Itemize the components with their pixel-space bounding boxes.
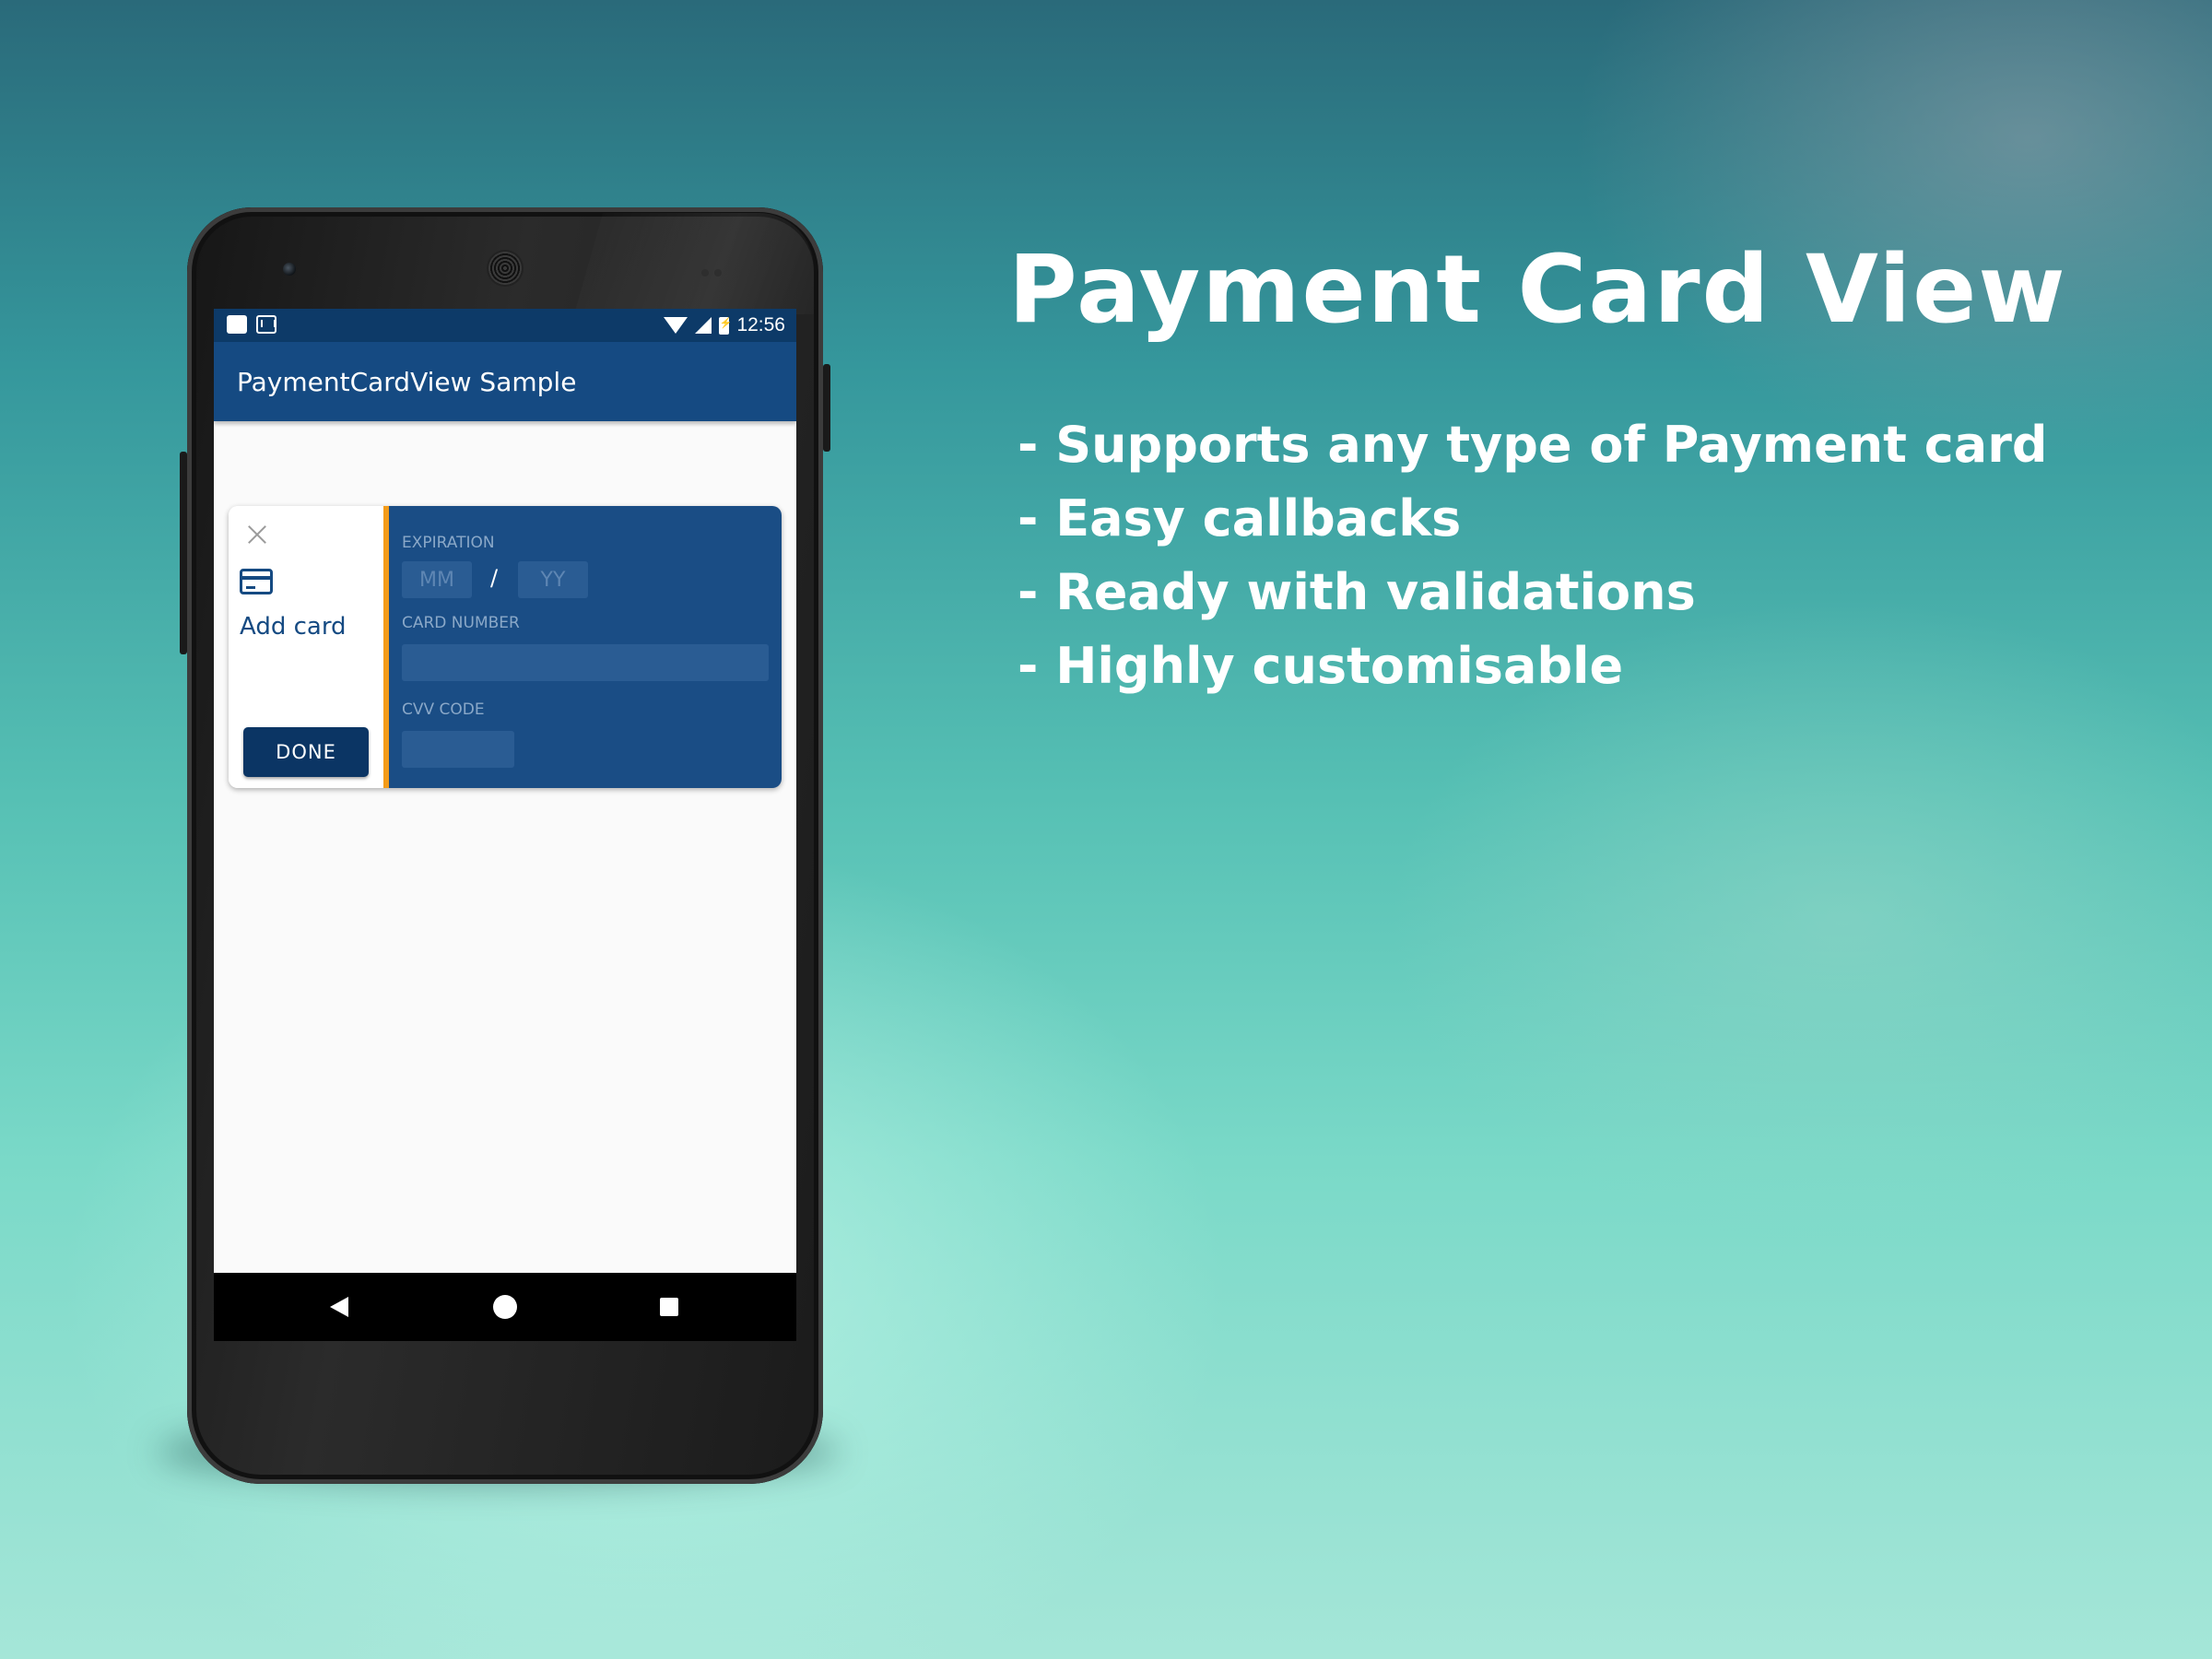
feature-item: - Easy callbacks [1018, 489, 1462, 547]
sensors [701, 263, 729, 276]
signal-icon [695, 317, 712, 334]
cvv-label: CVV CODE [402, 700, 485, 719]
credit-card-icon [240, 569, 273, 594]
close-icon[interactable] [245, 523, 269, 547]
done-button[interactable]: DONE [243, 727, 369, 777]
status-bar: 12:56 [214, 309, 796, 342]
speaker-grille [488, 252, 522, 285]
feature-item: - Supports any type of Payment card [1018, 416, 2048, 474]
cvv-input[interactable] [402, 731, 514, 768]
notification-icon [227, 315, 247, 334]
phone-screen: 12:56 PaymentCardView Sample Add card DO… [214, 309, 796, 1341]
card-number-input[interactable] [402, 644, 769, 681]
expiry-month-input[interactable] [402, 561, 472, 598]
recents-icon[interactable] [660, 1298, 678, 1316]
battery-icon [719, 316, 732, 335]
headline: Payment Card View [1008, 235, 2067, 345]
mail-icon [256, 315, 276, 334]
expiry-separator: / [490, 565, 499, 591]
feature-list: - Supports any type of Payment card - Ea… [1018, 408, 2048, 703]
home-icon[interactable] [493, 1295, 517, 1319]
payment-card: Add card DONE EXPIRATION / CARD NUMBER C… [229, 506, 782, 788]
back-icon[interactable] [330, 1297, 348, 1317]
expiration-label: EXPIRATION [402, 534, 495, 552]
app-bar: PaymentCardView Sample [214, 342, 796, 421]
front-camera [283, 263, 296, 276]
app-title: PaymentCardView Sample [237, 367, 577, 397]
power-button [823, 364, 830, 452]
feature-item: - Highly customisable [1018, 637, 1624, 695]
expiry-year-input[interactable] [518, 561, 588, 598]
status-time: 12:56 [736, 314, 785, 335]
navigation-bar [214, 1273, 796, 1341]
phone-frame: 12:56 PaymentCardView Sample Add card DO… [180, 207, 830, 1484]
card-form-panel: EXPIRATION / CARD NUMBER CVV CODE [389, 506, 782, 788]
card-actions-panel: Add card DONE [229, 506, 383, 788]
feature-item: - Ready with validations [1018, 563, 1696, 621]
add-card-label: Add card [240, 613, 347, 641]
volume-button [180, 452, 187, 654]
phone-glare [574, 213, 814, 314]
wifi-icon [664, 317, 688, 334]
card-number-label: CARD NUMBER [402, 614, 520, 632]
